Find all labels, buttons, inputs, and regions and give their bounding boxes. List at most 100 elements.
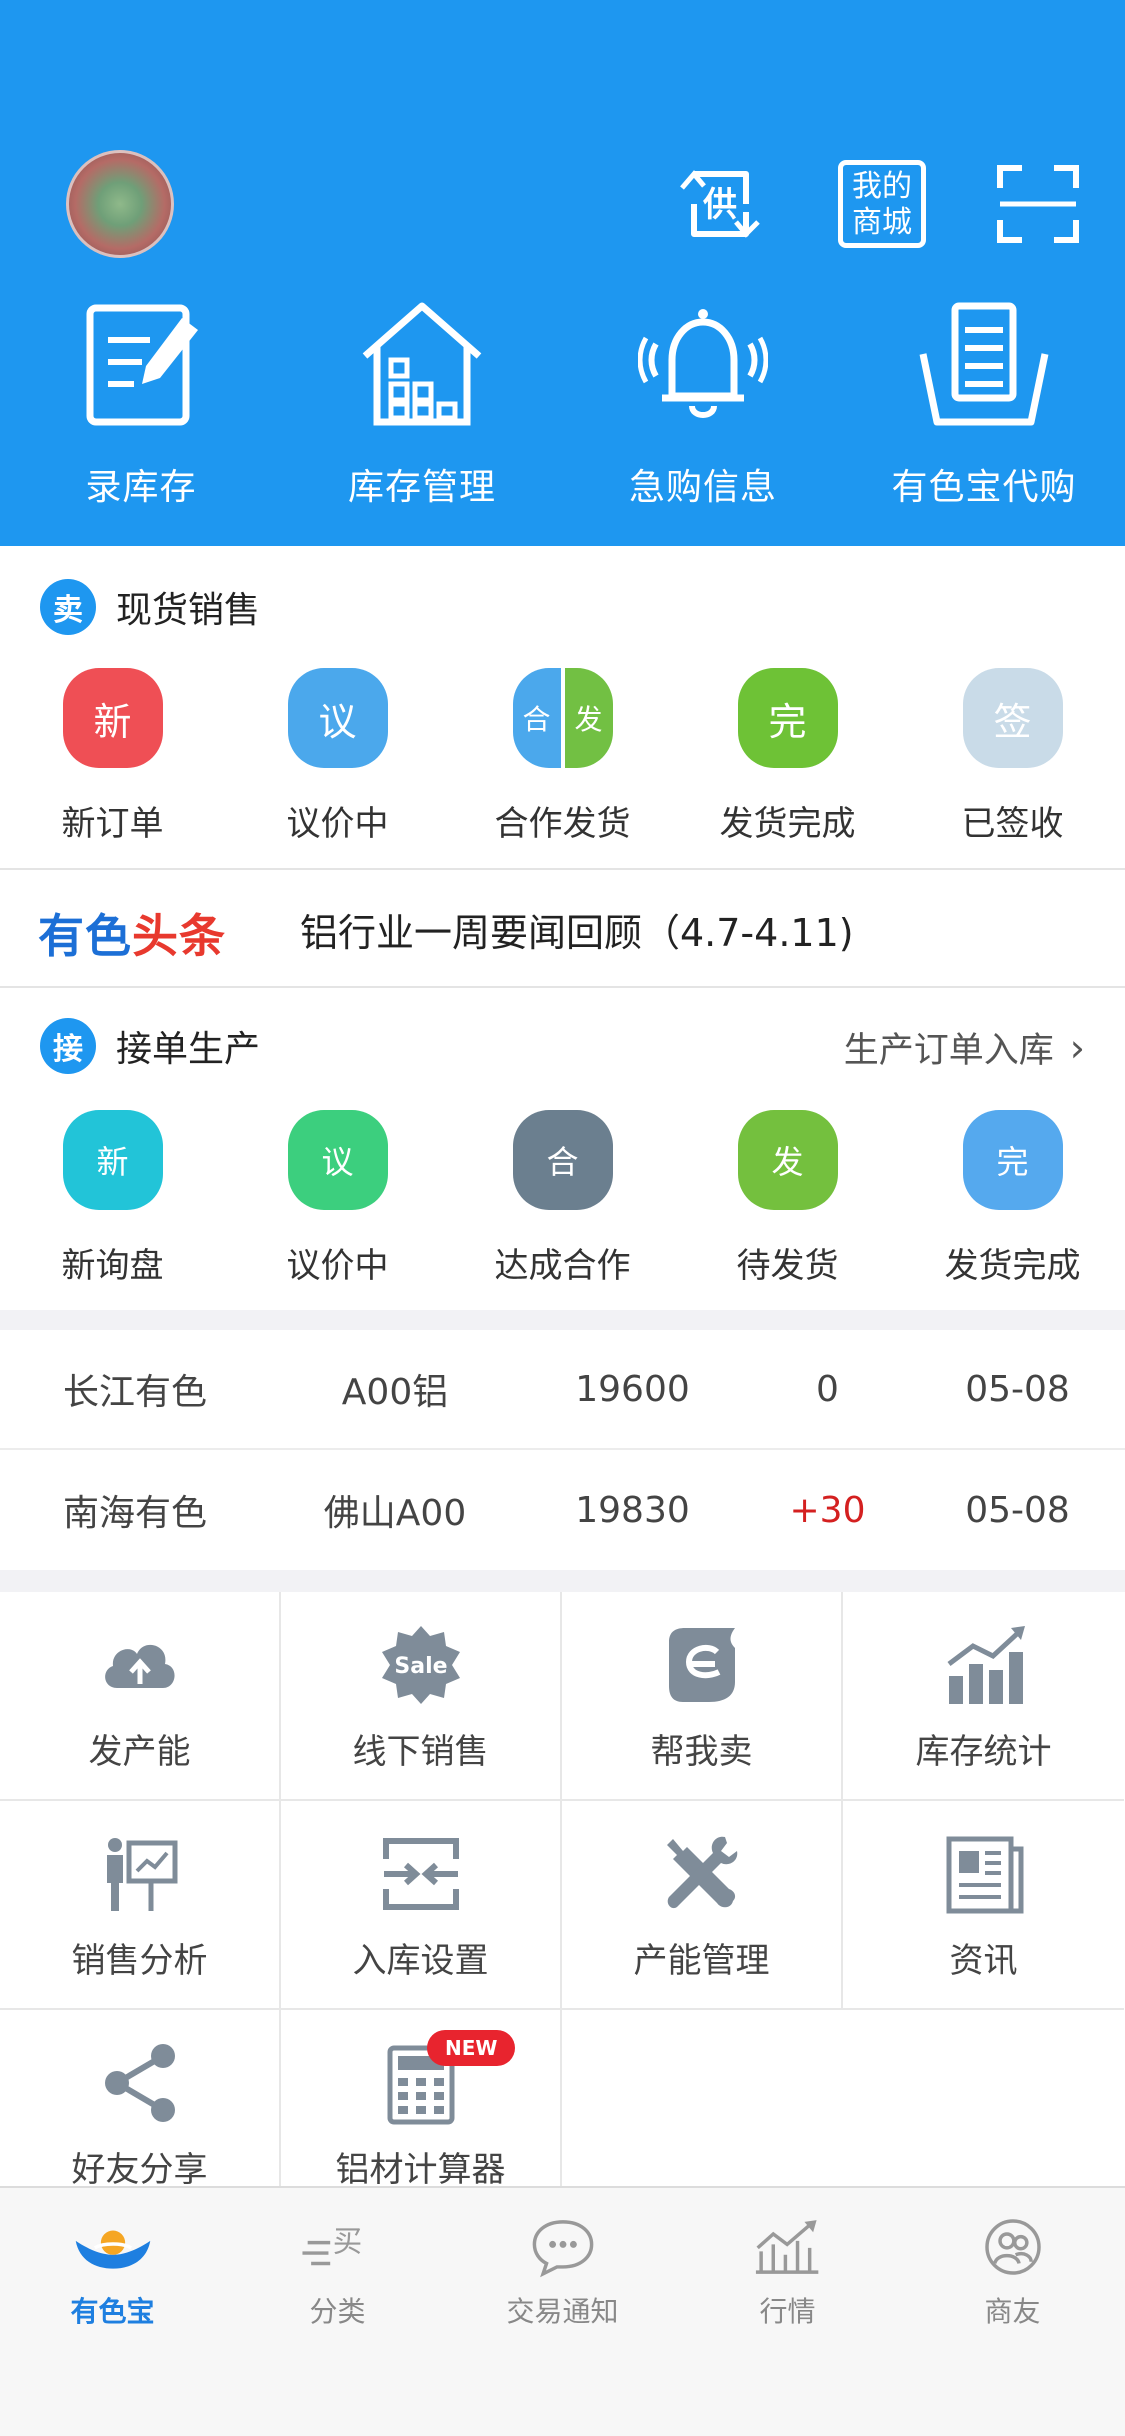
quick-action-proxy-purchase[interactable]: 有色宝代购: [843, 300, 1125, 510]
section-title: 接单生产: [116, 1029, 261, 1070]
tool-stock-statistics[interactable]: 库存统计: [843, 1592, 1124, 1801]
production-order-inbound-link[interactable]: 生产订单入库 ›: [844, 1022, 1085, 1073]
tool-sales-analysis[interactable]: 销售分析: [0, 1801, 281, 2010]
quick-action-record-stock[interactable]: 录库存: [0, 300, 282, 510]
tab-category[interactable]: 买 分类: [225, 2212, 450, 2330]
status-new-inquiry[interactable]: 新 新询盘: [0, 1110, 225, 1287]
price-change: +30: [789, 1489, 866, 1531]
status-negotiating[interactable]: 议 议价中: [225, 1110, 450, 1287]
quick-action-label: 录库存: [85, 467, 197, 508]
accept-badge: 接: [40, 1018, 96, 1074]
status-label: 发货完成: [944, 1246, 1081, 1286]
status-to-ship[interactable]: 发 待发货: [675, 1110, 900, 1287]
tool-news[interactable]: 资讯: [843, 1801, 1124, 2010]
spot-sales-status-row: 新 新订单 议 议价中 合 发 合作发货 完 发货完成 签 已签收: [0, 668, 1125, 845]
product-name: A00铝: [341, 1372, 449, 1413]
status-label: 待发货: [736, 1246, 839, 1286]
status-bubble: 新: [62, 1110, 163, 1210]
tool-label: 铝材计算器: [335, 2150, 506, 2190]
news-headline: 铝行业一周要闻回顾（4.7-4.11): [300, 911, 854, 955]
production-header: 接 接单生产: [40, 1018, 260, 1074]
status-label: 新订单: [61, 804, 164, 844]
status-shipped[interactable]: 完 发货完成: [675, 668, 900, 845]
production-status-row: 新 新询盘 议 议价中 合 达成合作 发 待发货 完 发货完成: [0, 1110, 1125, 1287]
tool-label: 好友分享: [71, 2150, 208, 2190]
status-bubble: 发: [737, 1110, 838, 1210]
tool-inbound-settings[interactable]: 入库设置: [281, 1801, 562, 2010]
product-name: 佛山A00: [323, 1493, 467, 1534]
friends-icon: [984, 2219, 1041, 2275]
price-change: 0: [816, 1368, 839, 1410]
status-bubble: 合: [512, 1110, 613, 1210]
section-title: 现货销售: [116, 590, 261, 631]
tool-label: 发产能: [88, 1732, 191, 1772]
quick-action-urgent-purchase[interactable]: 急购信息: [562, 300, 844, 510]
tab-market[interactable]: 行情: [675, 2212, 900, 2330]
status-signed[interactable]: 签 已签收: [900, 668, 1125, 845]
news-banner[interactable]: 有色头条 铝行业一周要闻回顾（4.7-4.11): [0, 868, 1125, 988]
price-table: 长江有色 A00铝 19600 0 05-08 南海有色 佛山A00 19830…: [0, 1330, 1125, 1570]
status-shipped[interactable]: 完 发货完成: [900, 1110, 1125, 1287]
newspaper-icon: [946, 1836, 1023, 1914]
quick-action-label: 有色宝代购: [891, 467, 1077, 508]
tool-label: 资讯: [949, 1941, 1018, 1981]
tool-publish-capacity[interactable]: 发产能: [0, 1592, 281, 1801]
brand-blue: 有色: [38, 909, 132, 963]
quick-action-label: 库存管理: [347, 467, 496, 508]
presentation-icon: [106, 1838, 177, 1911]
tab-label: 分类: [309, 2295, 366, 2328]
table-row[interactable]: 长江有色 A00铝 19600 0 05-08: [0, 1330, 1125, 1450]
status-label: 议价中: [286, 1246, 389, 1286]
status-bubble: 新: [62, 668, 163, 768]
tab-label: 交易通知: [506, 2295, 619, 2328]
quick-action-stock-management[interactable]: 库存管理: [281, 300, 563, 510]
status-bubble: 议: [287, 1110, 388, 1210]
supply-char: 供: [702, 185, 737, 225]
tab-label: 商友: [984, 2295, 1041, 2328]
category-icon-char: 买: [332, 2224, 361, 2258]
tool-help-sell[interactable]: 帮我卖: [562, 1592, 843, 1801]
price-date: 05-08: [965, 1489, 1070, 1531]
status-label: 发货完成: [719, 804, 856, 844]
chevron-right-icon: ›: [1069, 1025, 1085, 1070]
status-bubble: 议: [287, 668, 388, 768]
scan-icon[interactable]: [994, 160, 1082, 248]
sell-badge: 卖: [40, 579, 96, 635]
status-negotiating[interactable]: 议 议价中: [225, 668, 450, 845]
tool-label: 入库设置: [352, 1941, 489, 1981]
status-label: 达成合作: [494, 1246, 631, 1286]
quick-action-label: 急购信息: [628, 467, 777, 508]
bottom-tab-bar: 有色宝 买 分类 交易通知 行情 商友: [0, 2186, 1125, 2436]
my-mall-line1: 我的: [852, 169, 912, 204]
my-mall-button[interactable]: 我的 商城: [838, 160, 926, 248]
status-bubble: 签: [962, 668, 1063, 768]
status-agreed[interactable]: 合 达成合作: [450, 1110, 675, 1287]
help-sell-icon: [668, 1628, 735, 1702]
warehouse-icon: [362, 302, 482, 426]
tool-label: 库存统计: [915, 1732, 1052, 1772]
bell-icon: [638, 309, 768, 418]
tab-trade-notifications[interactable]: 交易通知: [450, 2212, 675, 2330]
status-label: 议价中: [286, 804, 389, 844]
tool-label: 线下销售: [352, 1732, 489, 1772]
cloud-upload-icon: [104, 1644, 175, 1688]
tab-business-friends[interactable]: 商友: [900, 2212, 1125, 2330]
supply-icon[interactable]: 供: [676, 160, 764, 248]
status-cooperative-shipping[interactable]: 合 发 合作发货: [450, 668, 675, 845]
avatar[interactable]: [66, 150, 174, 258]
chat-icon: [532, 2220, 593, 2278]
status-bubble-split: 合 发: [512, 668, 613, 768]
my-mall-line2: 商城: [852, 205, 912, 240]
table-row[interactable]: 南海有色 佛山A00 19830 +30 05-08: [0, 1450, 1125, 1570]
status-label: 已签收: [961, 804, 1064, 844]
tool-offline-sales[interactable]: Sale 线下销售: [281, 1592, 562, 1801]
tab-home[interactable]: 有色宝: [0, 2212, 225, 2330]
status-new-order[interactable]: 新 新订单: [0, 668, 225, 845]
spot-sales-section: 卖 现货销售 新 新订单 议 议价中 合 发 合作发货 完 发货完成 签 已签收: [0, 546, 1125, 868]
header-bar: 供 我的 商城 录库存 库存管理 急购信息 有色宝代购: [0, 0, 1125, 546]
tool-capacity-management[interactable]: 产能管理: [562, 1801, 843, 2010]
tab-label: 有色宝: [70, 2295, 155, 2328]
spot-sales-header: 卖 现货销售: [40, 579, 260, 635]
tool-grid: 发产能 Sale 线下销售 帮我卖 库存统计 销售分析 入库设置 产能管理 资讯…: [0, 1592, 1125, 2219]
market-name: 南海有色: [62, 1493, 207, 1534]
